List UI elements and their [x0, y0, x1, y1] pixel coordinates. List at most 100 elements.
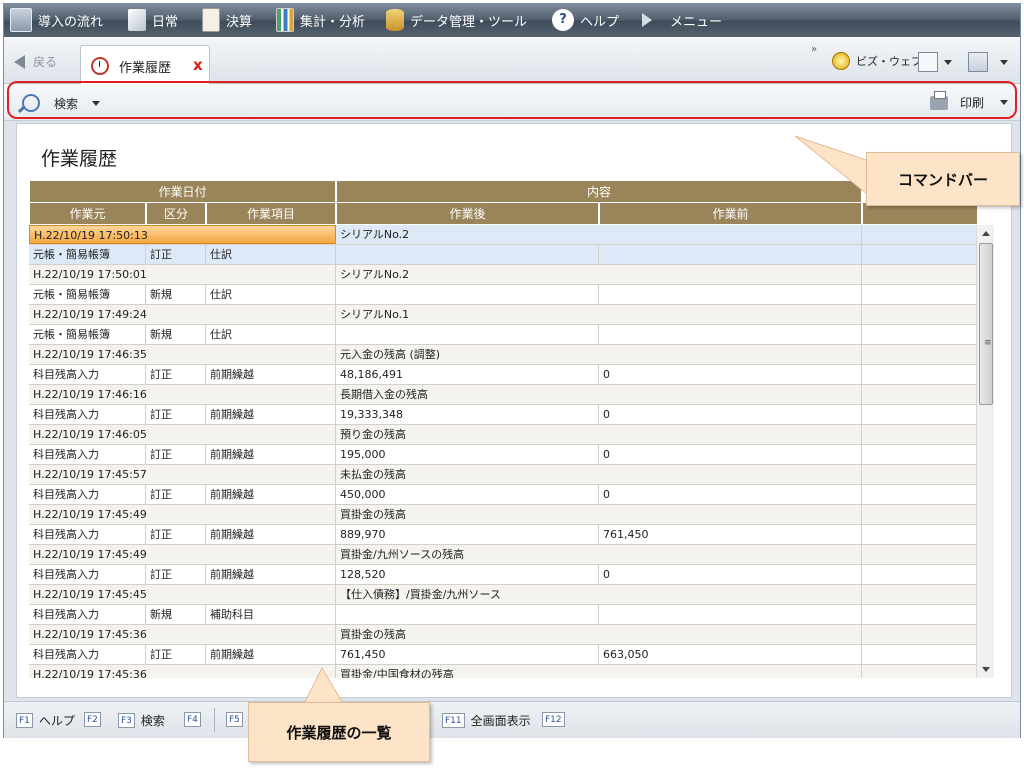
cell-kubun: 訂正 [146, 365, 206, 384]
fkey-f12[interactable]: F12 [542, 712, 571, 727]
close-icon[interactable]: x [193, 56, 203, 74]
cell-datetime: H.22/10/19 17:49:24 [29, 305, 336, 324]
table-row[interactable]: 元帳・簡易帳簿 訂正 仕訳 [29, 245, 977, 265]
tab-label: 作業履歴 [119, 61, 172, 76]
chevron-down-icon[interactable] [1000, 60, 1008, 65]
cell-after [336, 325, 599, 344]
overflow-chevron-icon[interactable]: » [811, 44, 817, 55]
cell-kubun: 新規 [146, 285, 206, 304]
scroll-thumb[interactable]: ≡ [979, 243, 993, 405]
cell-source: 科目残高入力 [29, 405, 146, 424]
cell-source: 科目残高入力 [29, 485, 146, 504]
table-row[interactable]: 科目残高入力 訂正 前期繰越 889,970 761,450 [29, 525, 977, 545]
table-row[interactable]: H.22/10/19 17:45:49 買掛金の残高 [29, 505, 977, 525]
print-command[interactable]: 印刷 [930, 90, 1009, 111]
cell-before: 761,450 [599, 525, 862, 544]
chart-icon [276, 8, 294, 32]
header-filler [863, 203, 977, 224]
help-icon: ? [552, 9, 574, 31]
header-source[interactable]: 作業元 [30, 203, 146, 224]
fkey-badge: F11 [442, 713, 465, 728]
window-close-icon[interactable] [968, 52, 988, 72]
fkey-divider [214, 708, 215, 732]
table-row[interactable]: H.22/10/19 17:45:49 買掛金/九州ソースの残高 [29, 545, 977, 565]
cell-after: 761,450 [336, 645, 599, 664]
menu-item-help[interactable]: ? ヘルプ [552, 8, 619, 32]
cell-item: 前期繰越 [206, 525, 336, 544]
cell-after: 48,186,491 [336, 365, 599, 384]
fkey-f5[interactable]: F5 [226, 712, 249, 727]
table-row[interactable]: 科目残高入力 訂正 前期繰越 48,186,491 0 [29, 365, 977, 385]
cell-datetime: H.22/10/19 17:45:49 [29, 545, 336, 564]
table-row[interactable]: 科目残高入力 訂正 前期繰越 128,520 0 [29, 565, 977, 585]
fkey-f2[interactable]: F2 [84, 712, 107, 727]
cell-datetime: H.22/10/19 17:45:45 [29, 585, 336, 604]
cell-datetime: H.22/10/19 17:45:49 [29, 505, 336, 524]
cell-source: 科目残高入力 [29, 605, 146, 624]
table-row[interactable]: 科目残高入力 訂正 前期繰越 19,333,348 0 [29, 405, 977, 425]
bizweb-button[interactable]: ビズ・ウェブ [832, 52, 922, 70]
fkey-badge: F1 [16, 713, 33, 728]
vertical-scrollbar[interactable]: ≡ [976, 225, 994, 678]
cell-after-title: シリアルNo.1 [336, 305, 862, 324]
menu-label: メニュー [670, 14, 723, 30]
table-row[interactable]: H.22/10/19 17:46:35 元入金の残高 (調整) [29, 345, 977, 365]
menu-item-analysis[interactable]: 集計・分析 [276, 8, 365, 32]
search-icon [22, 94, 40, 112]
cell-source: 科目残高入力 [29, 365, 146, 384]
table-row[interactable]: 科目残高入力 訂正 前期繰越 761,450 663,050 [29, 645, 977, 665]
fkey-f11[interactable]: F11 全画面表示 [442, 712, 531, 729]
cell-source: 科目残高入力 [29, 645, 146, 664]
chevron-down-icon[interactable] [944, 60, 952, 65]
cell-datetime: H.22/10/19 17:45:36 [29, 665, 336, 678]
table-row[interactable]: 科目残高入力 訂正 前期繰越 450,000 0 [29, 485, 977, 505]
tab-work-history[interactable]: 作業履歴 x [80, 45, 210, 84]
lightning-icon [832, 52, 850, 70]
menu-item-data-tools[interactable]: データ管理・ツール [386, 8, 527, 32]
fkey-f1[interactable]: F1 ヘルプ [16, 712, 75, 729]
menu-item-menu[interactable]: メニュー [642, 8, 722, 32]
table-row[interactable]: 元帳・簡易帳簿 新規 仕訳 [29, 285, 977, 305]
fkey-badge: F2 [84, 712, 101, 727]
table-row[interactable]: 科目残高入力 新規 補助科目 [29, 605, 977, 625]
callout-commandbar: コマンドバー [866, 152, 1020, 206]
table-row[interactable]: 元帳・簡易帳簿 新規 仕訳 [29, 325, 977, 345]
cell-source: 元帳・簡易帳簿 [29, 245, 146, 264]
fkey-badge: F4 [184, 712, 201, 727]
function-key-bar: F1 ヘルプ F2 F3 検索 F4 F5 F11 全画面表示 F12 [4, 701, 1020, 738]
header-item[interactable]: 作業項目 [207, 203, 336, 224]
window-star-icon[interactable] [918, 52, 938, 72]
cell-before [599, 605, 862, 624]
menu-label: 導入の流れ [38, 14, 104, 30]
cell-after: 450,000 [336, 485, 599, 504]
fkey-label: 検索 [140, 714, 165, 728]
table-row[interactable]: H.22/10/19 17:49:24 シリアルNo.1 [29, 305, 977, 325]
table-row[interactable]: H.22/10/19 17:45:57 未払金の残高 [29, 465, 977, 485]
table-row[interactable]: H.22/10/19 17:46:16 長期借入金の残高 [29, 385, 977, 405]
table-row[interactable]: H.22/10/19 17:50:01 シリアルNo.2 [29, 265, 977, 285]
menu-item-daily[interactable]: 日常 [128, 8, 178, 32]
scroll-down-icon[interactable] [982, 667, 990, 672]
fkey-f4[interactable]: F4 [184, 712, 207, 727]
fkey-f3[interactable]: F3 検索 [118, 712, 165, 729]
history-grid: H.22/10/19 17:50:13 シリアルNo.2 元帳・簡易帳簿 訂正 仕訳 H.… [29, 225, 977, 678]
header-kubun[interactable]: 区分 [147, 203, 206, 224]
table-row[interactable]: H.22/10/19 17:45:36 買掛金の残高 [29, 625, 977, 645]
printer-icon [930, 90, 948, 110]
table-row[interactable]: H.22/10/19 17:45:36 買掛金/中国食材の残高 [29, 665, 977, 678]
cell-datetime: H.22/10/19 17:45:57 [29, 465, 336, 484]
table-row[interactable]: H.22/10/19 17:50:13 シリアルNo.2 [29, 225, 977, 245]
back-button[interactable]: 戻る [14, 53, 57, 70]
search-command[interactable]: 検索 [22, 94, 101, 112]
header-after[interactable]: 作業後 [337, 203, 599, 224]
cell-after-title: 買掛金/九州ソースの残高 [336, 545, 862, 564]
scroll-up-icon[interactable] [982, 231, 990, 236]
table-row[interactable]: H.22/10/19 17:46:05 預り金の残高 [29, 425, 977, 445]
pen-icon [128, 9, 146, 31]
menu-item-intro[interactable]: 導入の流れ [10, 8, 103, 32]
table-row[interactable]: 科目残高入力 訂正 前期繰越 195,000 0 [29, 445, 977, 465]
cell-item: 前期繰越 [206, 365, 336, 384]
table-row[interactable]: H.22/10/19 17:45:45 【仕入債務】/買掛金/九州ソース [29, 585, 977, 605]
menu-item-closing[interactable]: 決算 [202, 8, 252, 32]
header-before[interactable]: 作業前 [600, 203, 862, 224]
